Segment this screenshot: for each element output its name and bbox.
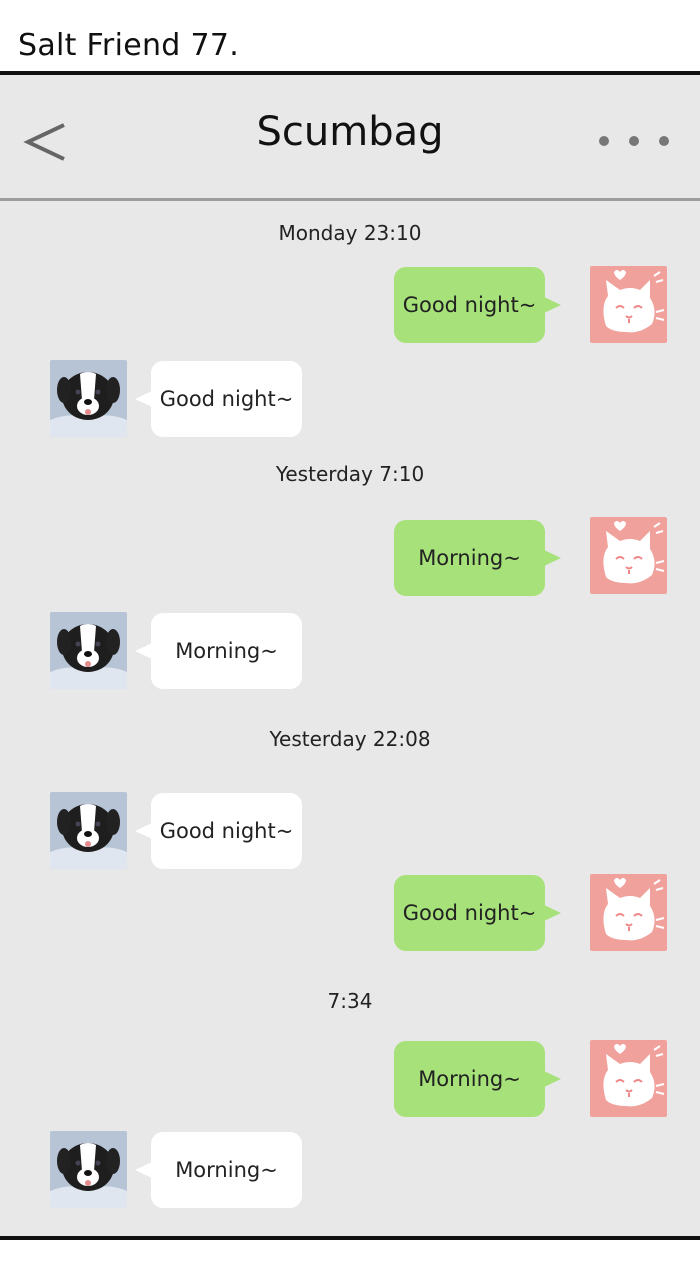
received-message-bubble[interactable]: Good night~: [135, 793, 302, 869]
sent-message-bubble[interactable]: Good night~: [394, 875, 561, 951]
sent-message-bubble[interactable]: Morning~: [394, 1041, 561, 1117]
dog-avatar[interactable]: [50, 1131, 127, 1208]
chat-title: Scumbag: [256, 109, 444, 155]
cat-avatar[interactable]: [590, 874, 667, 951]
back-button[interactable]: [22, 117, 72, 167]
received-message-bubble[interactable]: Good night~: [135, 361, 302, 437]
cat-face-icon: [590, 874, 667, 951]
dog-face-icon: [50, 1131, 127, 1208]
dog-face-icon: [50, 792, 127, 869]
timestamp: Yesterday 7:10: [275, 462, 425, 486]
cat-face-icon: [590, 1040, 667, 1117]
timestamp: Yesterday 22:08: [269, 727, 431, 751]
chat-header: Scumbag: [0, 75, 700, 201]
cat-avatar[interactable]: [590, 1040, 667, 1117]
dog-avatar[interactable]: [50, 792, 127, 869]
dog-face-icon: [50, 360, 127, 437]
dog-avatar[interactable]: [50, 612, 127, 689]
chevron-left-icon: [23, 123, 65, 161]
received-message-bubble[interactable]: Morning~: [135, 1132, 302, 1208]
timestamp: 7:34: [327, 989, 373, 1013]
cat-avatar[interactable]: [590, 266, 667, 343]
comic-caption: Salt Friend 77.: [18, 28, 240, 63]
sent-message-bubble[interactable]: Morning~: [394, 520, 561, 596]
more-dots-icon: [599, 136, 669, 146]
chat-window: Scumbag Monday 23:10 Good night~ Good ni…: [0, 71, 700, 1240]
timestamp: Monday 23:10: [278, 221, 422, 245]
dog-avatar[interactable]: [50, 360, 127, 437]
cat-face-icon: [590, 517, 667, 594]
received-message-bubble[interactable]: Morning~: [135, 613, 302, 689]
cat-avatar[interactable]: [590, 517, 667, 594]
cat-face-icon: [590, 266, 667, 343]
more-options-button[interactable]: [598, 131, 670, 151]
sent-message-bubble[interactable]: Good night~: [394, 267, 561, 343]
dog-face-icon: [50, 612, 127, 689]
